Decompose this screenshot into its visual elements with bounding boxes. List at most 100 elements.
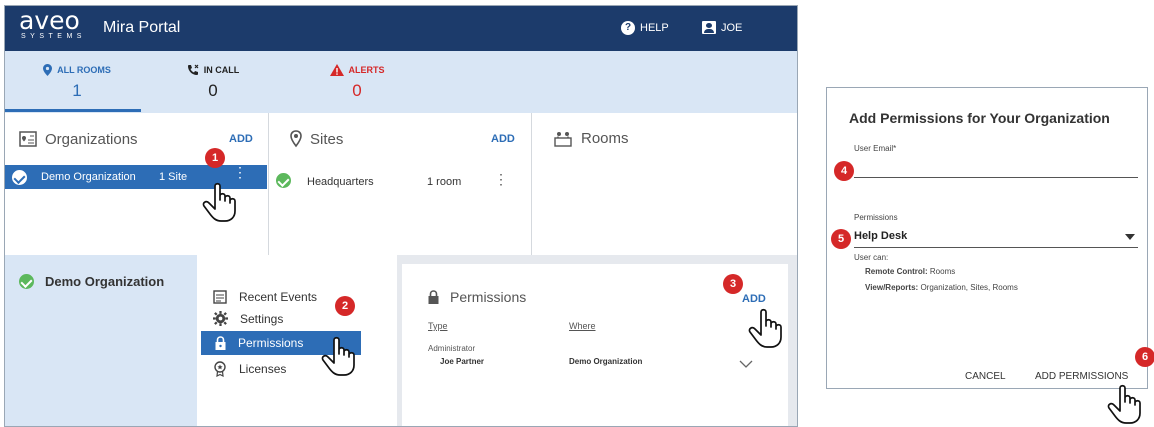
phone-icon <box>187 64 199 75</box>
add-organization-button[interactable]: ADD <box>229 133 253 145</box>
menu-item-recent-events[interactable]: Recent Events <box>213 289 317 304</box>
more-options-icon[interactable]: ⋮ <box>494 172 508 186</box>
menu-label: Settings <box>240 311 284 326</box>
check-circle-icon <box>19 274 34 289</box>
alerts-value: 0 <box>352 81 362 100</box>
view-reports-value: Organization, Sites, Rooms <box>920 283 1018 292</box>
column-header-type[interactable]: Type <box>428 321 448 331</box>
aveo-logo: aveo <box>19 6 80 35</box>
add-permissions-button[interactable]: ADD PERMISSIONS <box>1035 371 1128 382</box>
step-marker-2: 2 <box>335 296 355 316</box>
all-rooms-stat[interactable]: ALL ROOMS 1 <box>37 64 117 101</box>
organization-detail-panel: Demo Organization <box>5 255 197 426</box>
column-header-where[interactable]: Where <box>569 321 596 331</box>
cancel-button[interactable]: CANCEL <box>965 371 1006 382</box>
menu-item-settings[interactable]: Settings <box>213 311 283 326</box>
permission-role: Administrator <box>428 344 476 353</box>
in-call-label: IN CALL <box>203 65 240 75</box>
email-field[interactable] <box>854 158 1138 176</box>
site-pin-icon <box>290 130 302 148</box>
lock-icon <box>428 290 439 304</box>
gear-icon <box>213 311 228 326</box>
top-bar: aveo SYSTEMS Mira Portal ? HELP JOE <box>5 6 797 51</box>
check-circle-icon <box>12 170 27 185</box>
in-call-value: 0 <box>208 81 218 100</box>
mira-portal-window: aveo SYSTEMS Mira Portal ? HELP JOE ALL … <box>4 5 798 427</box>
permissions-title: Permissions <box>450 289 527 305</box>
view-reports-label: View/Reports: <box>865 283 919 292</box>
remote-control-value: Rooms <box>929 267 956 276</box>
permissions-select-underline <box>854 247 1138 248</box>
permissions-header: Permissions <box>428 289 526 305</box>
pointing-hand-icon <box>321 336 355 376</box>
step-marker-1: 1 <box>205 148 225 168</box>
menu-label: Permissions <box>238 336 304 350</box>
menu-item-licenses[interactable]: Licenses <box>213 361 286 377</box>
help-link[interactable]: ? HELP <box>621 21 669 35</box>
organization-name: Demo Organization <box>41 171 136 183</box>
view-reports-line: View/Reports: Organization, Sites, Rooms <box>865 283 1018 292</box>
step-marker-4: 4 <box>834 161 854 181</box>
aveo-logo-subtext: SYSTEMS <box>21 33 86 40</box>
remote-control-label: Remote Control: <box>865 267 928 276</box>
all-rooms-label: ALL ROOMS <box>57 65 111 75</box>
user-menu[interactable]: JOE <box>702 21 742 34</box>
rooms-header: Rooms <box>553 130 629 147</box>
organization-detail-name: Demo Organization <box>45 274 165 289</box>
site-row[interactable]: Headquarters 1 room ⋮ <box>275 172 525 192</box>
help-label: HELP <box>640 22 669 34</box>
sites-title: Sites <box>310 130 344 148</box>
site-name: Headquarters <box>307 176 374 188</box>
calendar-icon <box>213 290 227 304</box>
add-site-button[interactable]: ADD <box>491 133 515 145</box>
alerts-label: ALERTS <box>348 65 385 75</box>
email-field-underline <box>854 177 1138 178</box>
all-rooms-value: 1 <box>72 81 82 100</box>
add-permission-button[interactable]: ADD <box>742 293 766 305</box>
sites-header: Sites <box>290 130 343 148</box>
permission-user: Joe Partner <box>440 357 485 366</box>
step-marker-3: 3 <box>723 274 743 294</box>
pointing-hand-icon <box>748 308 782 348</box>
help-icon: ? <box>621 21 635 35</box>
permissions-field-label: Permissions <box>854 213 898 222</box>
rooms-title: Rooms <box>581 130 629 147</box>
dropdown-arrow-icon <box>1125 234 1135 240</box>
dialog-title: Add Permissions for Your Organization <box>849 110 1110 126</box>
organizations-header: Organizations <box>19 130 138 148</box>
organization-map-icon <box>19 131 37 147</box>
pointing-hand-icon <box>1107 384 1141 424</box>
badge-icon <box>214 361 226 377</box>
organization-menu: Recent Events Settings Permissions Licen… <box>197 255 397 426</box>
pointing-hand-icon <box>202 182 236 222</box>
permissions-select[interactable]: Help Desk <box>854 227 1138 247</box>
user-can-label: User can: <box>854 253 889 262</box>
add-permissions-dialog: Add Permissions for Your Organization Us… <box>826 87 1148 389</box>
alerts-stat[interactable]: ALERTS 0 <box>317 64 397 101</box>
status-bar: ALL ROOMS 1 IN CALL 0 ALERTS 0 <box>5 51 797 113</box>
in-call-stat[interactable]: IN CALL 0 <box>173 64 253 101</box>
step-marker-6: 6 <box>1135 347 1154 367</box>
check-circle-icon <box>276 173 291 188</box>
divider <box>531 113 532 255</box>
organization-site-count: 1 Site <box>159 171 188 183</box>
step-marker-5: 5 <box>831 229 851 249</box>
rooms-icon <box>554 131 572 147</box>
email-field-label: User Email* <box>854 144 897 153</box>
lock-icon <box>215 336 226 350</box>
permissions-select-value: Help Desk <box>854 230 908 242</box>
divider <box>268 113 269 255</box>
remote-control-line: Remote Control: Rooms <box>865 267 955 276</box>
menu-label: Recent Events <box>239 289 318 304</box>
location-pin-icon <box>43 64 53 76</box>
chevron-down-icon[interactable] <box>739 360 753 369</box>
menu-label: Licenses <box>239 362 287 376</box>
user-label: JOE <box>721 21 743 34</box>
more-options-icon[interactable]: ⋮ <box>233 165 247 179</box>
active-tab-indicator <box>5 109 141 112</box>
organizations-title: Organizations <box>45 130 138 148</box>
user-icon <box>702 21 716 34</box>
alert-icon <box>329 64 344 76</box>
site-room-count: 1 room <box>427 176 462 188</box>
permission-where: Demo Organization <box>569 357 643 366</box>
